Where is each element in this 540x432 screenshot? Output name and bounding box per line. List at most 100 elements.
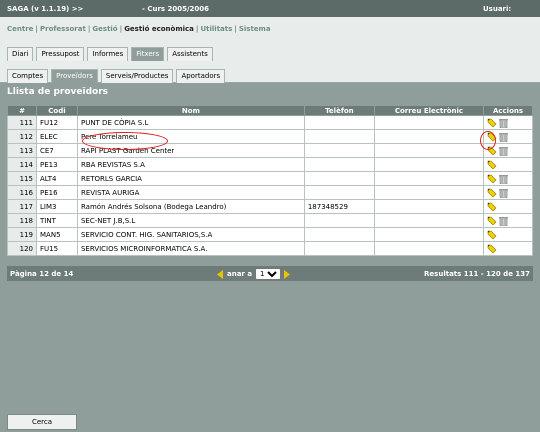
cell-num: 111	[7, 115, 37, 130]
table-row[interactable]: 113 CE7 RAPI PLAST Garden Center	[7, 143, 533, 158]
menu-separator: |	[87, 25, 91, 33]
cell-actions	[483, 171, 533, 186]
cell-email	[373, 227, 485, 242]
trash-icon[interactable]	[499, 188, 508, 198]
cell-num: 114	[7, 157, 37, 172]
cell-code: LIM3	[36, 199, 78, 214]
cell-actions	[483, 241, 533, 256]
column-header-0: #	[7, 105, 37, 116]
cell-num: 112	[7, 129, 37, 144]
tabs-level2: Comptes Proveïdors Serveis/Productes Aporta…	[7, 69, 226, 83]
cell-num: 120	[7, 241, 37, 256]
menu-item-1[interactable]: Professorat	[40, 25, 86, 33]
bottom-panel	[0, 410, 540, 432]
cell-email	[373, 143, 485, 158]
tab-tabs_level2-0[interactable]: Comptes	[7, 69, 49, 83]
edit-pencil-icon[interactable]	[487, 188, 497, 198]
arrow-left-icon[interactable]	[217, 269, 224, 279]
highlight-ring-edit	[480, 131, 496, 150]
search-button[interactable]: Cerca	[7, 414, 77, 430]
table-row[interactable]: 120 FU15 SERVICIOS MICROINFORMATICA S.A.	[7, 241, 533, 256]
menu-separator: |	[195, 25, 199, 33]
tab-tabs_level1-0[interactable]: Diari	[7, 47, 34, 61]
table-row[interactable]: 115 ALT4 RETORLS GARCIA	[7, 171, 533, 186]
edit-pencil-icon[interactable]	[487, 230, 497, 240]
cell-actions	[483, 213, 533, 228]
edit-pencil-icon[interactable]	[487, 118, 497, 128]
tab-tabs_level2-2[interactable]: Serveis/Productes	[100, 69, 174, 83]
column-header-2: Nom	[76, 105, 305, 116]
tab-tabs_level2-3[interactable]: Aportadors	[176, 69, 226, 83]
table-row[interactable]: 118 TINT SEC-NET J.B,S.L	[7, 213, 533, 228]
edit-pencil-icon[interactable]	[487, 174, 497, 184]
cell-code: FU15	[36, 241, 78, 256]
table-row[interactable]: 119 MAN5 SERVICIO CONT. HIG. SANITARIOS,S.…	[7, 227, 533, 242]
edit-pencil-icon[interactable]	[487, 216, 497, 226]
tab-tabs_level1-4[interactable]: Assistents	[167, 47, 213, 61]
course-label: - Curs 2005/2006	[142, 5, 210, 13]
cell-phone	[303, 143, 375, 158]
cell-name: SERVICIO CONT. HIG. SANITARIOS,S.A	[76, 227, 305, 242]
menu-item-3[interactable]: Gestió econòmica	[124, 25, 194, 33]
edit-pencil-icon[interactable]	[487, 202, 497, 212]
cell-email	[373, 157, 485, 172]
cell-phone	[303, 115, 375, 130]
cell-name: Ramón Andrés Solsona (Bodega Leandro)	[76, 199, 305, 214]
cell-email	[373, 213, 485, 228]
cell-code: MAN5	[36, 227, 78, 242]
highlight-ring-name	[82, 132, 168, 150]
results-count: Resultats 111 - 120 de 137	[424, 270, 530, 278]
column-header-4: Correu Electrònic	[373, 105, 485, 116]
main-menu: Centre | Professorat | Gestió | Gestió econòmi…	[7, 25, 271, 33]
tab-tabs_level1-2[interactable]: Informes	[87, 47, 129, 61]
column-header-3: Telèfon	[303, 105, 375, 116]
column-header-5: Accions	[483, 105, 533, 116]
cell-name: RETORLS GARCIA	[76, 171, 305, 186]
cell-code: FU12	[36, 115, 78, 130]
cell-email	[373, 171, 485, 186]
cell-name: PUNT DE CÒPIA S.L	[76, 115, 305, 130]
table-row[interactable]: 117 LIM3 Ramón Andrés Solsona (Bodega Lean…	[7, 199, 533, 214]
cell-phone	[303, 241, 375, 256]
goto-label: anar a	[227, 270, 253, 278]
page-title: Llista de proveïdors	[7, 87, 108, 97]
table-row[interactable]: 114 PE13 RBA REVISTAS S.A	[7, 157, 533, 172]
menu-item-0[interactable]: Centre	[7, 25, 33, 33]
cell-actions	[483, 157, 533, 172]
menu-separator: |	[234, 25, 237, 33]
user-label: Usuari:	[483, 5, 512, 13]
cell-code: ELEC	[36, 129, 78, 144]
table-row[interactable]: 116 PE16 REVISTA AURIGA	[7, 185, 533, 200]
tab-tabs_level2-1[interactable]: Proveïdors	[51, 69, 98, 83]
cell-num: 117	[7, 199, 37, 214]
page-navigation: anar a 12	[217, 268, 291, 280]
cell-name: SEC-NET J.B,S.L	[76, 213, 305, 228]
cell-email	[373, 241, 485, 256]
cell-actions	[483, 199, 533, 214]
cell-code: PE13	[36, 157, 78, 172]
cell-code: TINT	[36, 213, 78, 228]
page-select[interactable]: 12	[255, 268, 282, 280]
table-row[interactable]: 111 FU12 PUNT DE CÒPIA S.L	[7, 115, 533, 130]
edit-pencil-icon[interactable]	[487, 244, 497, 254]
tab-tabs_level1-1[interactable]: Pressupost	[36, 47, 85, 61]
trash-icon[interactable]	[499, 118, 508, 128]
edit-pencil-icon[interactable]	[487, 160, 497, 170]
providers-table: # Codi Nom Telèfon Correu Electrònic Accions …	[7, 105, 533, 256]
cell-actions	[483, 185, 533, 200]
menu-item-2[interactable]: Gestió	[92, 25, 117, 33]
table-header-row: # Codi Nom Telèfon Correu Electrònic Accions	[7, 105, 533, 116]
cell-email	[373, 129, 485, 144]
cell-num: 118	[7, 213, 37, 228]
trash-icon[interactable]	[499, 174, 508, 184]
menu-item-4[interactable]: Utilitats	[200, 25, 232, 33]
cell-email	[373, 199, 485, 214]
trash-icon[interactable]	[499, 146, 508, 156]
cell-email	[373, 185, 485, 200]
trash-icon[interactable]	[499, 132, 508, 142]
arrow-right-icon[interactable]	[284, 269, 291, 279]
tab-tabs_level1-3[interactable]: Fitxers	[131, 47, 165, 61]
app-title[interactable]: SAGA (v 1.1.19) >>	[7, 5, 83, 13]
menu-item-5[interactable]: Sistema	[239, 25, 271, 33]
trash-icon[interactable]	[499, 216, 508, 226]
